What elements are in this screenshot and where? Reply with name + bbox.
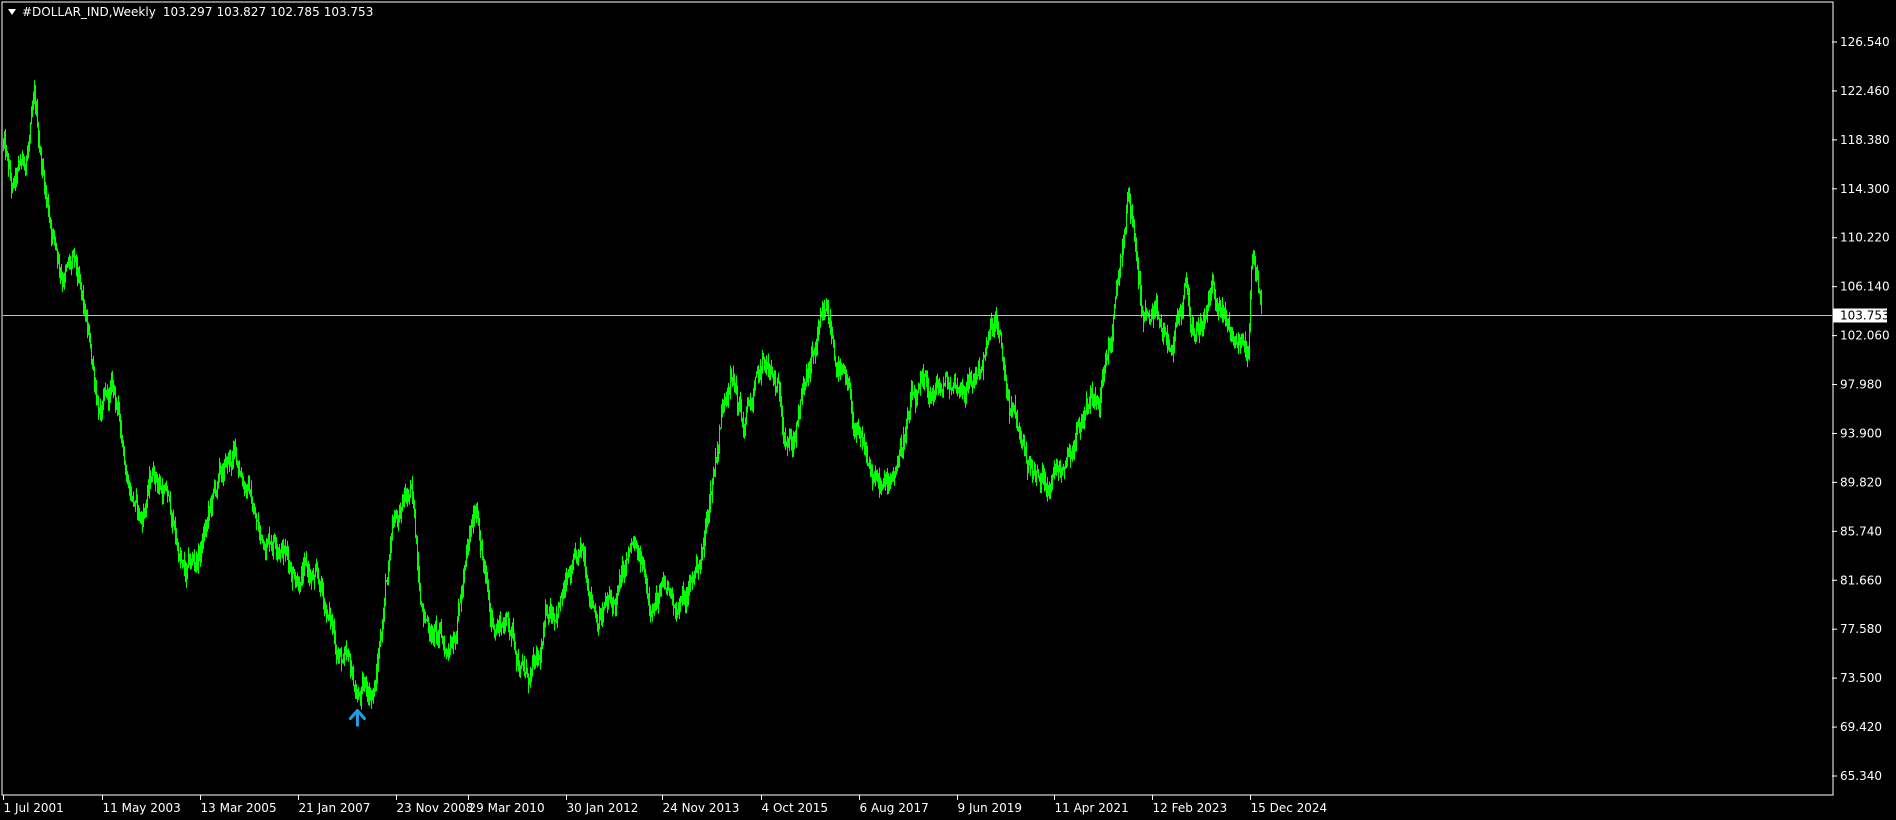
price-chart[interactable]: 126.540 122.460 118.380 114.300 110.220 106.1… — [0, 0, 1896, 820]
x-tick-label: 23 Nov 2008 — [397, 801, 474, 815]
y-tick-label: 110.220 — [1840, 231, 1890, 245]
y-tick-label: 85.740 — [1840, 524, 1882, 538]
x-tick-label: 13 Mar 2005 — [201, 801, 277, 815]
x-tick-label: 12 Feb 2023 — [1153, 801, 1228, 815]
x-tick-label: 30 Jan 2012 — [567, 801, 639, 815]
high-value: 103.827 — [216, 5, 267, 19]
y-tick-label: 114.300 — [1840, 182, 1890, 196]
x-tick-label: 15 Dec 2024 — [1251, 801, 1328, 815]
triangle-down-icon[interactable] — [8, 9, 16, 15]
x-tick-label: 29 Mar 2010 — [469, 801, 545, 815]
y-tick-label: 65.340 — [1840, 769, 1882, 783]
x-tick-label: 11 Apr 2021 — [1055, 801, 1129, 815]
x-tick-label: 4 Oct 2015 — [762, 801, 829, 815]
x-tick-label: 6 Aug 2017 — [860, 801, 929, 815]
y-tick-label: 77.580 — [1840, 622, 1882, 636]
current-price-label: 103.753 — [1840, 309, 1890, 323]
y-tick-label: 118.380 — [1840, 133, 1890, 147]
open-value: 103.297 — [162, 5, 213, 19]
chart-window[interactable]: 126.540 122.460 118.380 114.300 110.220 106.1… — [0, 0, 1896, 820]
y-tick-label: 81.660 — [1840, 573, 1882, 587]
x-tick-label: 24 Nov 2013 — [663, 801, 740, 815]
y-tick-label: 89.820 — [1840, 475, 1882, 489]
x-tick-label: 9 Jun 2019 — [958, 801, 1023, 815]
symbol-label: #DOLLAR_IND,Weekly — [22, 5, 156, 19]
chart-header: #DOLLAR_IND,Weekly 103.297 103.827 102.7… — [8, 3, 373, 21]
x-tick-label: 1 Jul 2001 — [4, 801, 64, 815]
y-tick-label: 97.980 — [1840, 378, 1882, 392]
chart-background — [0, 0, 1896, 820]
x-tick-label: 11 May 2003 — [103, 801, 181, 815]
y-tick-label: 93.900 — [1840, 426, 1882, 440]
y-tick-label: 126.540 — [1840, 35, 1890, 49]
y-tick-label: 106.140 — [1840, 280, 1890, 294]
y-tick-label: 102.060 — [1840, 329, 1890, 343]
x-tick-label: 21 Jan 2007 — [299, 801, 371, 815]
y-tick-label: 122.460 — [1840, 84, 1890, 98]
low-value: 102.785 — [270, 5, 320, 19]
y-tick-label: 73.500 — [1840, 671, 1882, 685]
close-value: 103.753 — [323, 5, 374, 19]
y-tick-label: 69.420 — [1840, 720, 1882, 734]
